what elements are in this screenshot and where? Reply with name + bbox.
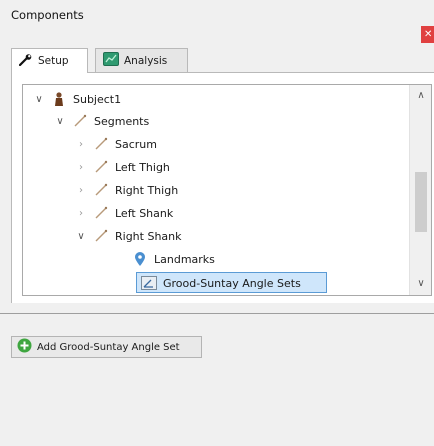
tree-item-subject1[interactable]: ∨ Subject1 (33, 88, 121, 110)
tree-item-grood-suntay-angle-sets[interactable]: Grood-Suntay Angle Sets (137, 272, 301, 294)
tree-item-label: Grood-Suntay Angle Sets (163, 276, 301, 290)
tab-analysis[interactable]: Analysis (95, 48, 188, 72)
analysis-icon (103, 52, 119, 69)
scroll-up-icon[interactable]: ∧ (410, 87, 431, 105)
tree-scrollbar[interactable]: ∧ ∨ (409, 85, 431, 295)
add-icon (17, 338, 32, 356)
tree-item-left-thigh[interactable]: › Left Thigh (75, 156, 170, 178)
chevron-down-icon[interactable]: ∨ (33, 94, 45, 105)
add-angle-set-button[interactable]: Add Grood-Suntay Angle Set (11, 336, 202, 358)
component-tree[interactable]: ∨ Subject1 ∨ Segments › Sacrum › Left Th… (22, 84, 432, 296)
segment-icon (93, 228, 109, 244)
close-icon[interactable]: ✕ (421, 26, 434, 43)
landmark-pin-icon (132, 251, 148, 267)
segment-icon (93, 136, 109, 152)
segment-icon (93, 182, 109, 198)
chevron-right-icon[interactable]: › (75, 185, 87, 196)
angle-set-icon (141, 275, 157, 291)
tree-item-left-shank[interactable]: › Left Shank (75, 202, 173, 224)
panel-title: Components (11, 8, 84, 22)
segment-icon (93, 205, 109, 221)
chevron-right-icon[interactable]: › (75, 208, 87, 219)
chevron-right-icon[interactable]: › (75, 162, 87, 173)
scroll-down-icon[interactable]: ∨ (410, 275, 431, 293)
subject-icon (51, 91, 67, 107)
tree-item-label: Left Thigh (115, 160, 170, 174)
scroll-thumb[interactable] (415, 172, 427, 232)
chevron-down-icon[interactable]: ∨ (54, 116, 66, 127)
segment-icon (72, 113, 88, 129)
panel-divider (0, 313, 434, 314)
tree-item-right-thigh[interactable]: › Right Thigh (75, 179, 178, 201)
tab-setup-label: Setup (38, 55, 69, 67)
tab-analysis-label: Analysis (124, 54, 168, 67)
tree-item-landmarks[interactable]: Landmarks (132, 248, 215, 270)
tree-item-label: Left Shank (115, 206, 174, 220)
tab-setup[interactable]: Setup (11, 48, 88, 73)
tree-item-label: Subject1 (73, 92, 122, 106)
tree-item-segments[interactable]: ∨ Segments (54, 110, 149, 132)
chevron-right-icon[interactable]: › (75, 139, 87, 150)
tree-item-label: Segments (94, 114, 150, 128)
tree-item-label: Right Shank (115, 229, 182, 243)
add-angle-set-label: Add Grood-Suntay Angle Set (37, 341, 180, 353)
wrench-icon (18, 53, 33, 69)
tree-item-label: Sacrum (115, 137, 157, 151)
tree-item-label: Landmarks (154, 252, 215, 266)
tree-item-right-shank[interactable]: ∨ Right Shank (75, 225, 182, 247)
tree-item-sacrum[interactable]: › Sacrum (75, 133, 157, 155)
chevron-down-icon[interactable]: ∨ (75, 231, 87, 242)
segment-icon (93, 159, 109, 175)
tree-item-label: Right Thigh (115, 183, 179, 197)
